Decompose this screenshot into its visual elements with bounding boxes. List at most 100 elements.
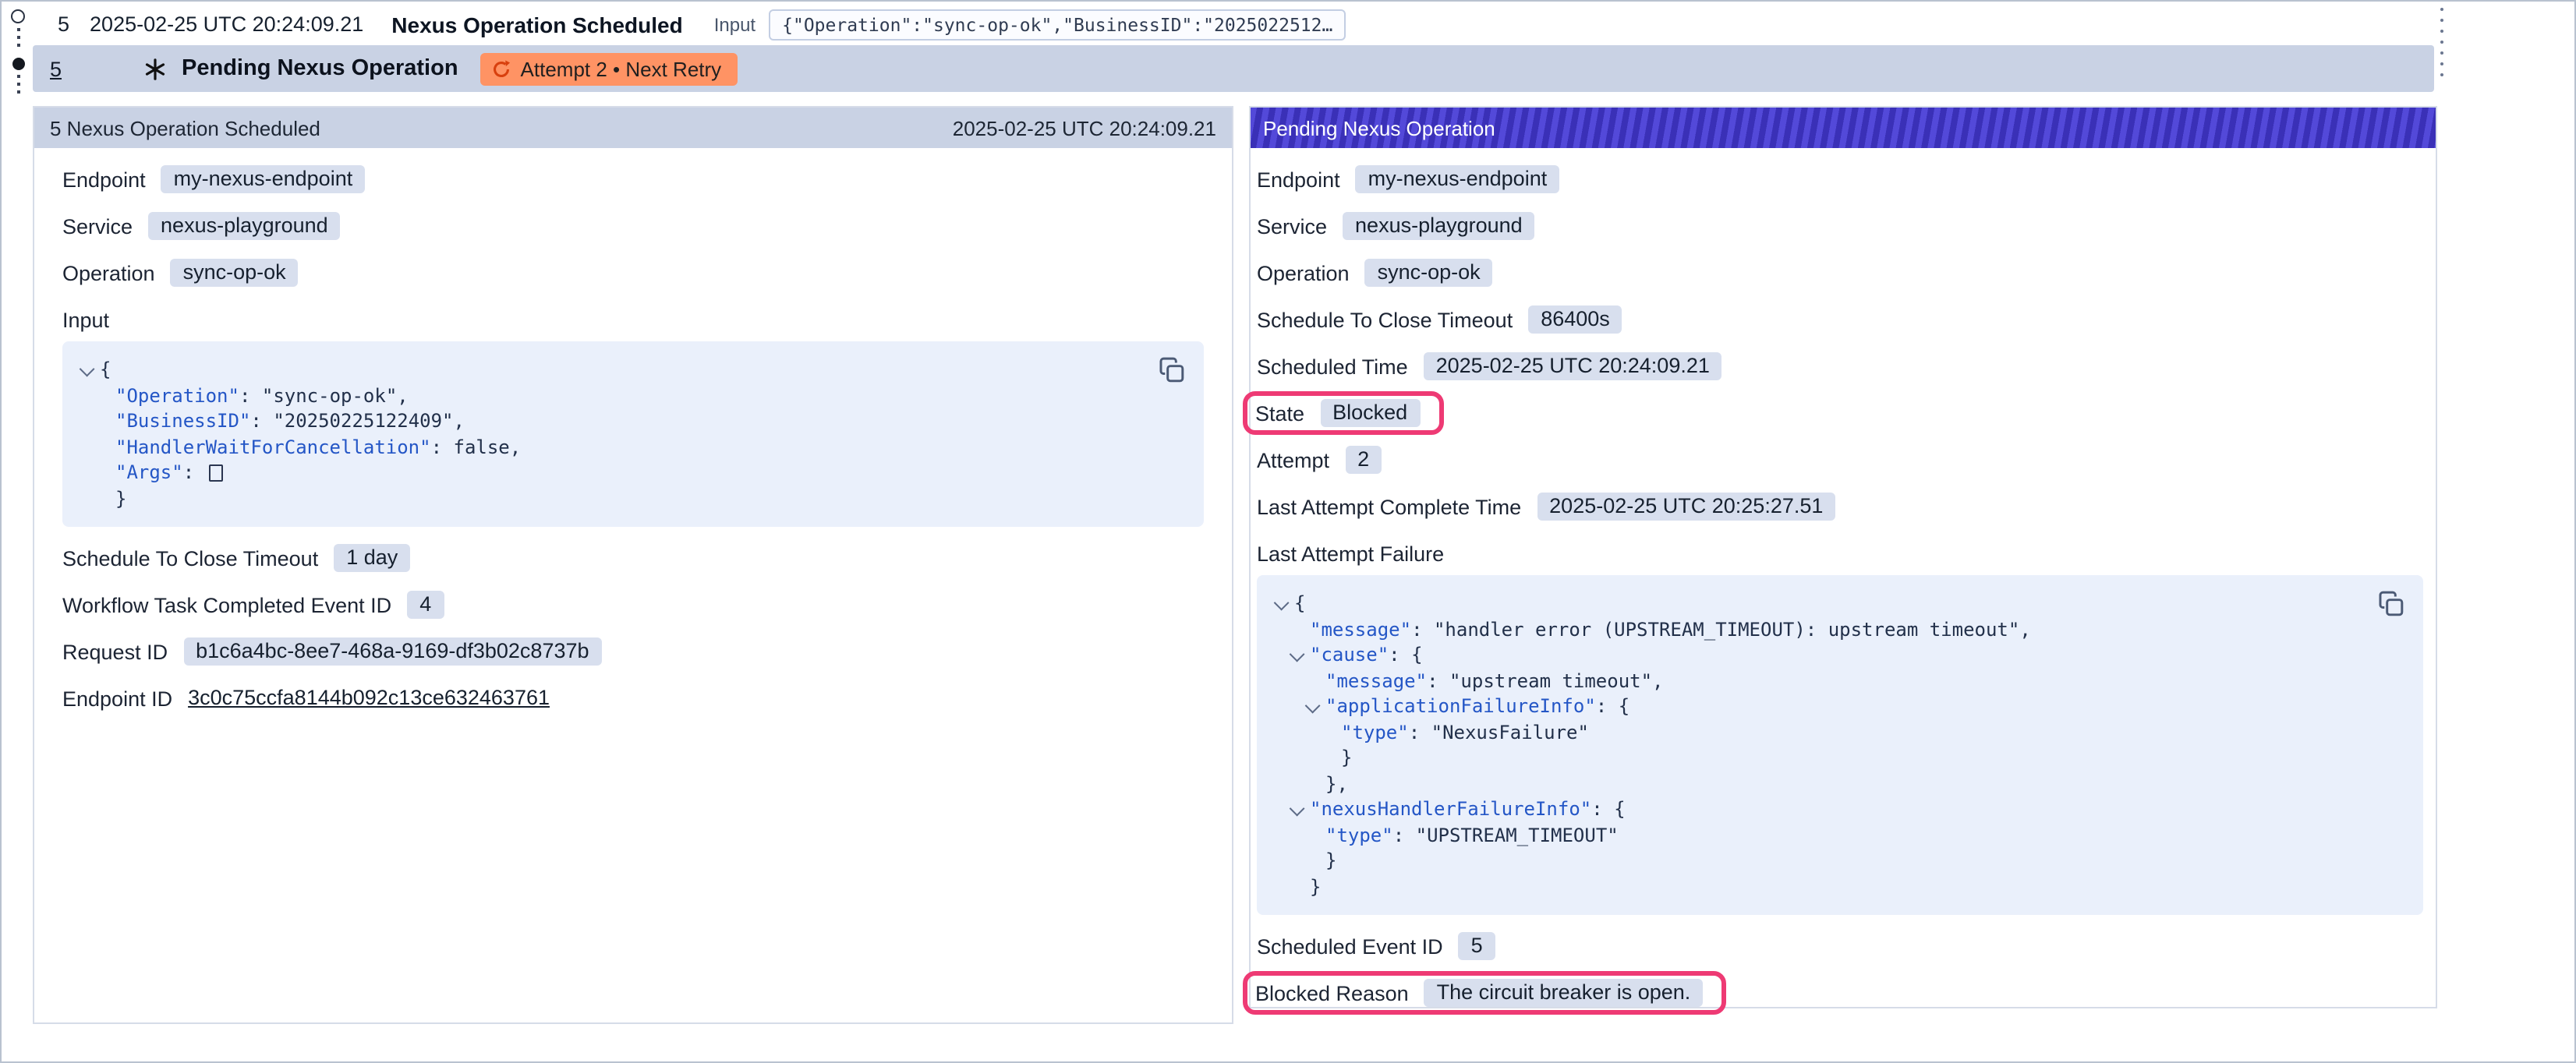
- field-value-badge: my-nexus-endpoint: [161, 165, 366, 193]
- field-row-operation: Operation sync-op-ok: [1257, 257, 2423, 288]
- code-line: }: [1269, 745, 2404, 771]
- field-value-badge: b1c6a4bc-8ee7-468a-9169-df3b02c8737b: [183, 637, 601, 666]
- field-row-request-id: Request ID b1c6a4bc-8ee7-468a-9169-df3b02…: [62, 636, 1204, 667]
- event-detail-header: 5 Nexus Operation Scheduled 2025-02-25 U…: [34, 108, 1232, 148]
- field-label: Schedule To Close Timeout: [62, 546, 318, 570]
- code-line: "nexusHandlerFailureInfo": {: [1269, 796, 2404, 822]
- code-line: {: [75, 357, 1185, 383]
- field-value-badge: my-nexus-endpoint: [1356, 165, 1560, 193]
- attempt-retry-badge: Attempt 2 • Next Retry: [480, 52, 738, 85]
- field-label: Blocked Reason: [1255, 981, 1409, 1005]
- code-line: "message": "upstream timeout",: [1269, 668, 2404, 694]
- app-viewport: 5 2025-02-25 UTC 20:24:09.21 Nexus Opera…: [0, 0, 2576, 1063]
- field-label: Workflow Task Completed Event ID: [62, 593, 391, 616]
- collapse-chevron-icon[interactable]: [1269, 599, 1294, 609]
- copy-button[interactable]: [1159, 357, 1185, 383]
- timeline-dotted-line: [16, 75, 19, 94]
- field-label: State: [1255, 401, 1304, 425]
- event-detail-timestamp: 2025-02-25 UTC 20:24:09.21: [953, 116, 1216, 139]
- annotation-highlight: State Blocked: [1243, 391, 1443, 435]
- input-label: Input: [714, 13, 755, 35]
- field-value-badge: 1 day: [334, 544, 410, 572]
- field-label: Scheduled Time: [1257, 355, 1408, 378]
- input-json-viewer: {"Operation": "sync-op-ok","BusinessID":…: [62, 341, 1204, 527]
- event-detail-title: 5 Nexus Operation Scheduled: [50, 116, 320, 139]
- event-id: 5: [58, 12, 69, 36]
- code-line: }: [75, 486, 1185, 511]
- field-row-endpoint: Endpoint my-nexus-endpoint: [62, 164, 1204, 195]
- pending-operation-row[interactable]: 5 Pending Nexus Operation Attempt 2 • Ne…: [33, 45, 2434, 92]
- field-label: Scheduled Event ID: [1257, 934, 1443, 958]
- field-label: Endpoint: [62, 168, 146, 191]
- field-label: Request ID: [62, 640, 168, 663]
- field-row-last-attempt-complete-time: Last Attempt Complete Time2025-02-25 UTC…: [1257, 491, 2423, 522]
- field-value-link[interactable]: 3c0c75ccfa8144b092c13ce632463761: [188, 684, 562, 712]
- left-fields-top: Endpoint my-nexus-endpoint Service nexus-pl…: [62, 164, 1204, 288]
- field-row-service: Service nexus-playground: [1257, 210, 2423, 242]
- code-line: }: [1269, 848, 2404, 874]
- field-row-service: Service nexus-playground: [62, 210, 1204, 242]
- field-label: Endpoint ID: [62, 687, 172, 710]
- collapse-chevron-icon[interactable]: [1300, 701, 1325, 712]
- pending-asterisk-icon: [143, 57, 166, 80]
- code-line: "applicationFailureInfo": {: [1269, 694, 2404, 719]
- field-row-workflow-task-completed-event-id: Workflow Task Completed Event ID 4: [62, 589, 1204, 620]
- field-label: Schedule To Close Timeout: [1257, 308, 1513, 331]
- failure-section-label: Last Attempt Failure: [1257, 542, 2423, 566]
- code-line: "HandlerWaitForCancellation": false,: [75, 434, 1185, 460]
- field-value-badge: 86400s: [1528, 305, 1622, 334]
- field-value-badge: 2025-02-25 UTC 20:24:09.21: [1424, 352, 1722, 380]
- attempt-badge-label: Attempt 2 • Next Retry: [521, 57, 722, 80]
- pending-panel-title: Pending Nexus Operation: [1263, 116, 1495, 139]
- field-label: Operation: [62, 261, 155, 284]
- input-preview-pill[interactable]: {"Operation":"sync-op-ok","BusinessID":"…: [768, 9, 1345, 40]
- empty-array-icon: [209, 464, 223, 482]
- right-fields-bottom: Scheduled Event ID 5 Blocked Reason The cir…: [1257, 931, 2423, 1008]
- scrollbar[interactable]: [2440, 8, 2443, 76]
- field-label: Service: [1257, 214, 1327, 238]
- code-line: {: [1269, 591, 2404, 616]
- input-section-label: Input: [62, 309, 1204, 332]
- code-line: "type": "NexusFailure": [1269, 719, 2404, 745]
- pending-panel-header: Pending Nexus Operation: [1251, 108, 2436, 148]
- field-row-scheduled-event-id: Scheduled Event ID 5: [1257, 931, 2423, 962]
- code-line: }: [1269, 874, 2404, 899]
- field-value-badge: sync-op-ok: [1365, 259, 1493, 287]
- field-value-badge: Blocked: [1320, 399, 1420, 427]
- field-row-endpoint: Endpoint my-nexus-endpoint: [1257, 164, 2423, 195]
- field-label: Endpoint: [1257, 168, 1340, 191]
- retry-icon: [491, 58, 511, 79]
- field-value-badge: 5: [1459, 932, 1495, 960]
- field-row-attempt: Attempt 2: [1257, 444, 2423, 475]
- event-detail-panel: 5 Nexus Operation Scheduled 2025-02-25 U…: [33, 106, 1233, 1024]
- timeline-node-open-icon: [11, 9, 25, 23]
- collapse-chevron-icon[interactable]: [1285, 650, 1310, 661]
- history-event-row[interactable]: 5 2025-02-25 UTC 20:24:09.21 Nexus Opera…: [33, 5, 1345, 44]
- field-label: Last Attempt Complete Time: [1257, 495, 1521, 518]
- event-id-link[interactable]: 5: [50, 57, 62, 80]
- event-history-canvas: 5 2025-02-25 UTC 20:24:09.21 Nexus Opera…: [0, 0, 2576, 1063]
- json-lines: {"message": "handler error (UPSTREAM_TIM…: [1269, 591, 2404, 899]
- collapse-chevron-icon[interactable]: [75, 365, 100, 376]
- copy-button[interactable]: [2378, 591, 2404, 617]
- code-line: "message": "handler error (UPSTREAM_TIME…: [1269, 616, 2404, 642]
- field-label: Service: [62, 214, 133, 238]
- event-name: Nexus Operation Scheduled: [391, 12, 682, 37]
- code-line: "Operation": "sync-op-ok",: [75, 383, 1185, 408]
- field-value-badge: sync-op-ok: [171, 259, 299, 287]
- field-value-badge: 4: [407, 591, 444, 619]
- field-value-badge: nexus-playground: [1343, 212, 1535, 240]
- right-fields-top: Endpoint my-nexus-endpoint Service nexus-pl…: [1257, 164, 2423, 522]
- field-row-schedule-to-close-timeout: Schedule To Close Timeout 1 day: [62, 542, 1204, 574]
- field-value-badge: nexus-playground: [148, 212, 341, 240]
- code-line: "BusinessID": "20250225122409",: [75, 408, 1185, 434]
- field-label: Operation: [1257, 261, 1350, 284]
- left-fields-bottom: Schedule To Close Timeout 1 day Workflow T…: [62, 542, 1204, 714]
- json-lines: {"Operation": "sync-op-ok","BusinessID":…: [75, 357, 1185, 511]
- field-value-badge: 2: [1345, 446, 1382, 474]
- field-label: Attempt: [1257, 448, 1329, 471]
- failure-json-viewer: {"message": "handler error (UPSTREAM_TIM…: [1257, 575, 2423, 915]
- field-row-scheduled-time: Scheduled Time 2025-02-25 UTC 20:24:09.21: [1257, 351, 2423, 382]
- collapse-chevron-icon[interactable]: [1285, 804, 1310, 815]
- field-value-badge: The circuit breaker is open.: [1424, 979, 1704, 1007]
